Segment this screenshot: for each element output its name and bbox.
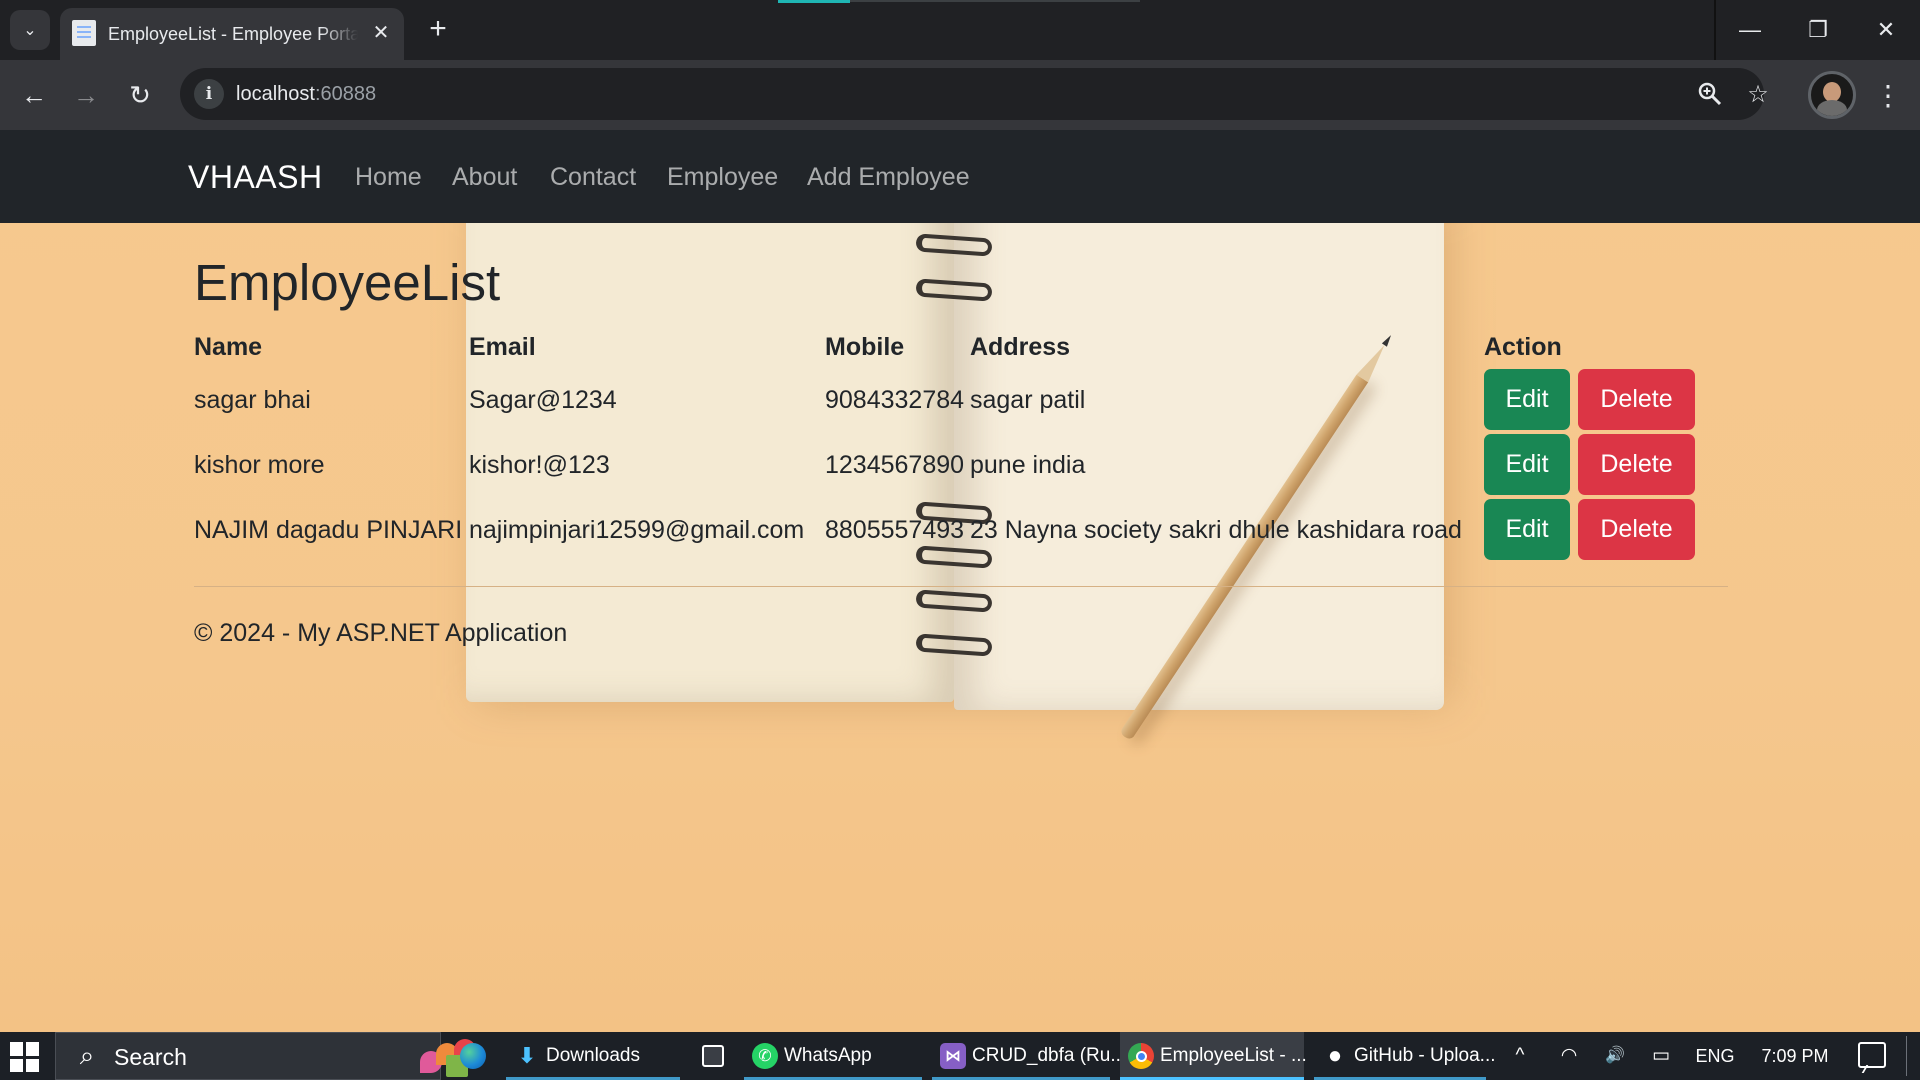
browser-tab-bar: ⌄ EmployeeList - Employee Portal ✕ + — ❐…: [0, 0, 1920, 60]
edit-button[interactable]: Edit: [1484, 369, 1570, 430]
cell-name: NAJIM dagadu PINJARI: [194, 516, 463, 544]
battery-icon[interactable]: ▭: [1648, 1042, 1674, 1070]
minimize-icon[interactable]: —: [1716, 0, 1784, 60]
nav-link-employee[interactable]: Employee: [667, 160, 778, 194]
url-text[interactable]: localhost:60888: [236, 81, 376, 107]
url-host: localhost: [236, 83, 315, 105]
loading-indicator: [778, 0, 850, 3]
taskbar-visual-studio[interactable]: ⋈ CRUD_dbfa (Ru...: [932, 1032, 1126, 1080]
clock[interactable]: 7:09 PM: [1752, 1042, 1838, 1070]
browser-toolbar: ← → ↻ i localhost:60888 ☆ ⋮: [0, 60, 1920, 130]
github-icon: ●: [1327, 1042, 1343, 1069]
url-port: :60888: [314, 83, 377, 105]
footer-divider: [194, 586, 1728, 587]
profile-avatar[interactable]: [1808, 71, 1856, 119]
taskbar-app-label: CRUD_dbfa (Ru...: [972, 1045, 1127, 1066]
column-header-address: Address: [970, 333, 1071, 361]
forward-icon[interactable]: →: [66, 75, 106, 115]
edit-button[interactable]: Edit: [1484, 434, 1570, 495]
taskbar-whatsapp[interactable]: ✆ WhatsApp: [744, 1032, 922, 1080]
new-tab-icon[interactable]: +: [422, 12, 454, 46]
taskbar-downloads[interactable]: ⬇ Downloads: [506, 1032, 680, 1080]
cell-email: Sagar@1234: [469, 386, 617, 414]
zoom-glyph: [1698, 82, 1722, 106]
reload-icon[interactable]: ↻: [120, 75, 160, 115]
nav-link-contact[interactable]: Contact: [550, 160, 636, 194]
cell-email: najimpinjari12599@gmail.com: [469, 516, 805, 544]
loading-track: [850, 0, 1140, 2]
show-desktop-button[interactable]: [1906, 1036, 1907, 1076]
window-close-icon[interactable]: ✕: [1852, 0, 1920, 60]
taskbar-chrome[interactable]: EmployeeList - ...: [1120, 1032, 1307, 1080]
delete-button[interactable]: Delete: [1578, 369, 1695, 430]
cell-mobile: 9084332784: [825, 386, 965, 414]
edge-icon: [460, 1043, 486, 1069]
back-icon[interactable]: ←: [14, 75, 54, 115]
column-header-action: Action: [1484, 333, 1562, 361]
column-header-name: Name: [194, 333, 263, 361]
edit-button[interactable]: Edit: [1484, 499, 1570, 560]
delete-button[interactable]: Delete: [1578, 434, 1695, 495]
tab-title: EmployeeList - Employee Portal: [108, 24, 358, 44]
wifi-icon[interactable]: ◠: [1556, 1042, 1582, 1070]
store-icon: [702, 1045, 724, 1067]
taskbar-search-box[interactable]: ⌕ Search: [55, 1032, 476, 1080]
cell-email: kishor!@123: [469, 451, 610, 479]
visual-studio-icon: ⋈: [940, 1043, 966, 1069]
web-page: VHAASH Home About Contact Employee Add E…: [0, 130, 1920, 1032]
search-icon: ⌕: [79, 1040, 95, 1070]
nav-link-add-employee[interactable]: Add Employee: [807, 160, 970, 194]
notification-center-icon[interactable]: [1858, 1042, 1886, 1068]
cell-mobile: 1234567890: [825, 451, 965, 479]
downloads-icon: ⬇: [517, 1043, 537, 1068]
chrome-icon: [1128, 1043, 1154, 1069]
restore-icon[interactable]: ❐: [1784, 0, 1852, 60]
delete-button[interactable]: Delete: [1578, 499, 1695, 560]
zoom-icon[interactable]: [1694, 78, 1726, 110]
taskbar-github[interactable]: ● GitHub - Uploa...: [1314, 1032, 1496, 1080]
tray-chevron-icon[interactable]: ^: [1508, 1042, 1532, 1070]
browser-tab-active[interactable]: EmployeeList - Employee Portal ✕: [60, 8, 404, 60]
site-brand[interactable]: VHAASH: [188, 157, 323, 197]
cell-mobile: 8805557493: [825, 516, 965, 544]
page-title: EmployeeList: [194, 254, 501, 311]
chrome-icon-center: [1135, 1050, 1147, 1062]
nav-link-about[interactable]: About: [452, 160, 517, 194]
taskbar-app-label: EmployeeList - ...: [1160, 1045, 1307, 1066]
cell-name: kishor more: [194, 451, 325, 479]
address-bar[interactable]: i localhost:60888 ☆: [180, 68, 1769, 120]
windows-taskbar: ⌕ Search ⬇ Downloads ✆ WhatsApp ⋈ CRUD_d…: [0, 1032, 1920, 1080]
star-icon[interactable]: ☆: [1742, 78, 1774, 110]
cell-address: pune india: [970, 451, 1086, 479]
taskbar-edge[interactable]: [452, 1032, 496, 1080]
nav-link-home[interactable]: Home: [355, 160, 422, 194]
windows-start-icon[interactable]: [10, 1042, 40, 1072]
site-info-icon[interactable]: i: [194, 79, 224, 109]
page-favicon-icon: [72, 20, 96, 46]
column-header-mobile: Mobile: [825, 333, 905, 361]
taskbar-app-label: Downloads: [546, 1045, 640, 1066]
taskbar-app-label: GitHub - Uploa...: [1354, 1045, 1496, 1066]
tab-search-dropdown-icon[interactable]: ⌄: [10, 10, 50, 50]
cell-address: sagar patil: [970, 386, 1086, 414]
cell-address: 23 Nayna society sakri dhule kashidara r…: [970, 516, 1462, 544]
site-navbar: VHAASH Home About Contact Employee Add E…: [0, 130, 1920, 223]
tab-close-icon[interactable]: ✕: [368, 20, 394, 46]
footer-copyright: © 2024 - My ASP.NET Application: [194, 619, 568, 647]
volume-icon[interactable]: 🔊: [1602, 1042, 1628, 1070]
column-header-email: Email: [469, 333, 536, 361]
search-placeholder: Search: [114, 1044, 187, 1070]
whatsapp-icon: ✆: [752, 1043, 778, 1069]
language-indicator[interactable]: ENG: [1692, 1042, 1738, 1070]
taskbar-store[interactable]: [690, 1032, 734, 1080]
cell-name: sagar bhai: [194, 386, 311, 414]
taskbar-app-label: WhatsApp: [784, 1045, 872, 1066]
more-menu-icon[interactable]: ⋮: [1870, 75, 1906, 115]
